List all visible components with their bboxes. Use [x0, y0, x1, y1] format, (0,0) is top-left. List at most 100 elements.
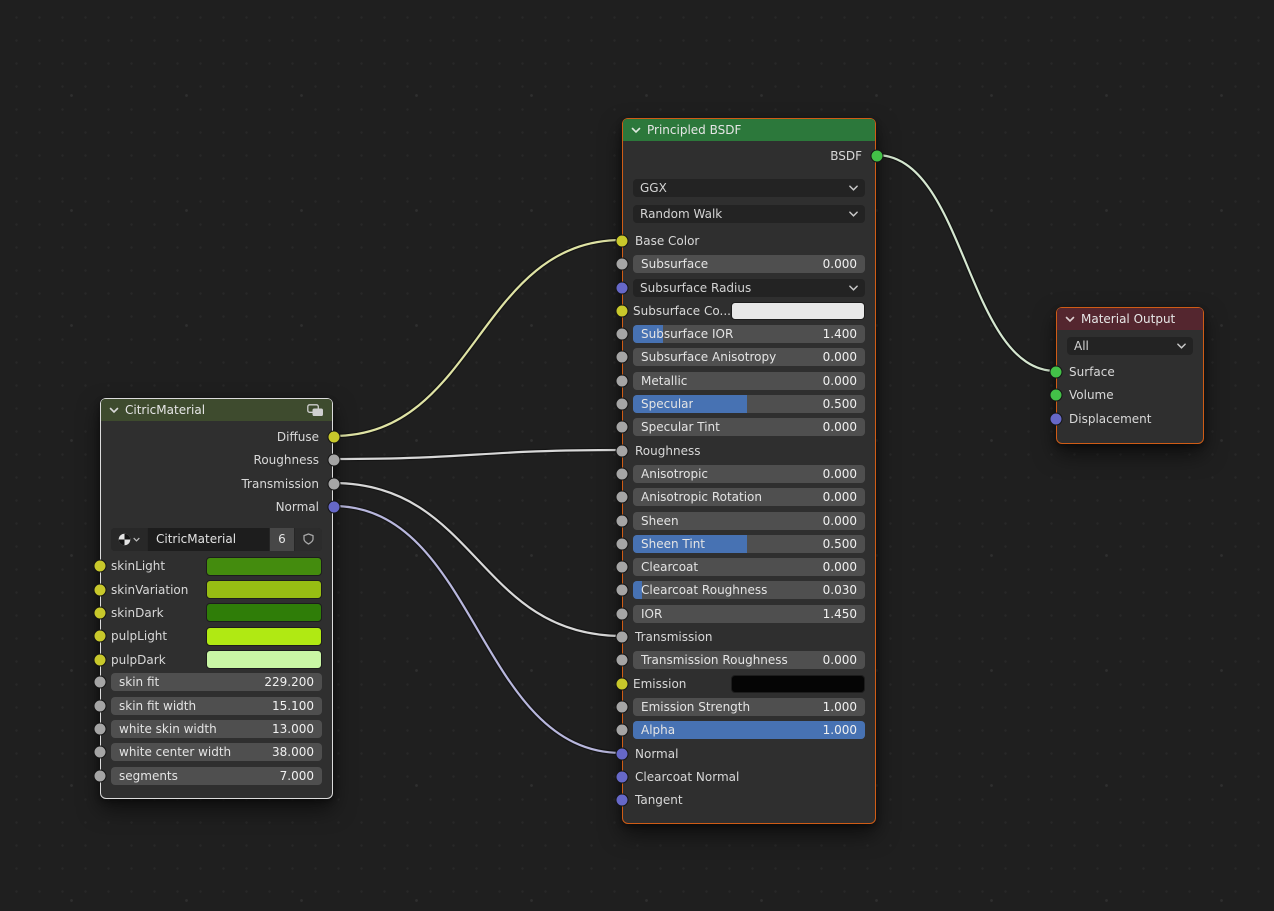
input-socket[interactable]	[615, 491, 628, 504]
input-socket[interactable]	[615, 724, 628, 737]
input-socket[interactable]	[615, 700, 628, 713]
input-socket[interactable]	[615, 281, 628, 294]
input-socket[interactable]	[93, 746, 106, 759]
material-preview-button[interactable]	[111, 528, 147, 551]
input-socket[interactable]	[93, 722, 106, 735]
number-field[interactable]: Clearcoat Roughness 0.030	[633, 581, 865, 599]
dropdown-select[interactable]: Subsurface Radius	[633, 279, 865, 297]
dropdown-value: GGX	[640, 181, 667, 195]
number-field[interactable]: Sheen 0.000	[633, 512, 865, 530]
input-socket[interactable]	[615, 467, 628, 480]
node-header[interactable]: Principled BSDF	[623, 119, 875, 141]
input-socket[interactable]	[615, 654, 628, 667]
input-socket[interactable]	[615, 304, 628, 317]
input-socket[interactable]	[615, 677, 628, 690]
number-field[interactable]: Sheen Tint 0.500	[633, 535, 865, 553]
input-socket[interactable]	[93, 653, 106, 666]
dropdown-select[interactable]: All	[1067, 337, 1193, 355]
node-editor-canvas[interactable]: CitricMaterial Diffuse Roughness Transmi…	[0, 0, 1274, 911]
number-field[interactable]: Clearcoat 0.000	[633, 558, 865, 576]
number-field[interactable]: Metallic 0.000	[633, 372, 865, 390]
wire-bsdf-to-surface[interactable]	[876, 155, 1056, 371]
chevron-down-icon	[849, 211, 858, 217]
input-socket[interactable]	[93, 769, 106, 782]
input-socket[interactable]	[93, 676, 106, 689]
number-field[interactable]: white center width 38.000	[111, 743, 322, 761]
output-socket[interactable]	[327, 431, 340, 444]
input-socket[interactable]	[615, 351, 628, 364]
color-swatch[interactable]	[206, 557, 322, 576]
node-header[interactable]: Material Output	[1057, 308, 1203, 330]
color-swatch[interactable]	[206, 580, 322, 599]
wire-roughness-to-roughness[interactable]	[333, 450, 622, 459]
node-header[interactable]: CitricMaterial	[101, 399, 332, 421]
color-swatch[interactable]	[206, 627, 322, 646]
collapse-chevron-icon[interactable]	[631, 127, 641, 134]
output-socket[interactable]	[327, 454, 340, 467]
output-socket[interactable]	[327, 500, 340, 513]
input-socket[interactable]	[1049, 366, 1062, 379]
input-socket[interactable]	[615, 235, 628, 248]
number-field[interactable]: Transmission Roughness 0.000	[633, 651, 865, 669]
node-title: Material Output	[1081, 312, 1175, 326]
input-socket[interactable]	[615, 561, 628, 574]
color-swatch[interactable]	[206, 603, 322, 622]
input-socket[interactable]	[615, 444, 628, 457]
input-socket[interactable]	[615, 258, 628, 271]
number-field[interactable]: Subsurface 0.000	[633, 255, 865, 273]
input-socket[interactable]	[93, 606, 106, 619]
collapse-chevron-icon[interactable]	[1065, 316, 1075, 323]
input-socket[interactable]	[93, 699, 106, 712]
input-socket[interactable]	[615, 398, 628, 411]
node-citricmaterial[interactable]: CitricMaterial Diffuse Roughness Transmi…	[100, 398, 333, 799]
input-socket[interactable]	[615, 631, 628, 644]
number-field[interactable]: Alpha 1.000	[633, 721, 865, 739]
input-socket[interactable]	[615, 607, 628, 620]
number-field[interactable]: Subsurface IOR 1.400	[633, 325, 865, 343]
dropdown-value: Subsurface Radius	[640, 281, 751, 295]
number-field[interactable]: IOR 1.450	[633, 605, 865, 623]
input-socket[interactable]	[615, 514, 628, 527]
dropdown-select[interactable]: Random Walk	[633, 205, 865, 223]
input-socket[interactable]	[93, 630, 106, 643]
output-socket[interactable]	[327, 477, 340, 490]
number-field[interactable]: Anisotropic 0.000	[633, 465, 865, 483]
color-swatch[interactable]	[206, 650, 322, 669]
node-principled-bsdf[interactable]: Principled BSDF BSDF GGX Random Walk Bas…	[622, 118, 876, 824]
color-swatch[interactable]	[731, 675, 865, 693]
color-swatch[interactable]	[731, 302, 865, 320]
number-field[interactable]: segments 7.000	[111, 767, 322, 785]
number-field[interactable]: Specular 0.500	[633, 395, 865, 413]
input-socket[interactable]	[1049, 412, 1062, 425]
node-material-output[interactable]: Material Output All Surface Volume Displ…	[1056, 307, 1204, 444]
output-socket[interactable]	[870, 150, 883, 163]
input-socket[interactable]	[1049, 389, 1062, 402]
fake-user-shield-button[interactable]	[295, 528, 322, 551]
number-field[interactable]: Specular Tint 0.000	[633, 418, 865, 436]
input-socket[interactable]	[615, 421, 628, 434]
number-field[interactable]: Subsurface Anisotropy 0.000	[633, 348, 865, 366]
input-socket[interactable]	[615, 794, 628, 807]
input-socket[interactable]	[615, 747, 628, 760]
wire-diffuse-to-base-color[interactable]	[333, 240, 622, 436]
number-field[interactable]: skin fit 229.200	[111, 673, 322, 691]
collapse-chevron-icon[interactable]	[109, 407, 119, 414]
number-field[interactable]: white skin width 13.000	[111, 720, 322, 738]
material-selector: CitricMaterial 6	[111, 528, 322, 551]
input-socket[interactable]	[615, 328, 628, 341]
input-socket[interactable]	[615, 374, 628, 387]
dropdown-select[interactable]: GGX	[633, 179, 865, 197]
number-field[interactable]: Emission Strength 1.000	[633, 698, 865, 716]
value-slider-row: Emission Strength 1.000	[633, 698, 865, 716]
material-name-field[interactable]: CitricMaterial	[148, 528, 269, 551]
material-users-count[interactable]: 6	[270, 528, 294, 551]
input-socket[interactable]	[615, 770, 628, 783]
number-field[interactable]: skin fit width 15.100	[111, 697, 322, 715]
number-field[interactable]: Anisotropic Rotation 0.000	[633, 488, 865, 506]
field-label: Clearcoat Roughness	[641, 583, 767, 597]
input-socket[interactable]	[93, 560, 106, 573]
input-socket[interactable]	[615, 537, 628, 550]
input-socket[interactable]	[615, 584, 628, 597]
input-socket[interactable]	[93, 583, 106, 596]
wire-transmission-to-transmission[interactable]	[333, 483, 622, 636]
